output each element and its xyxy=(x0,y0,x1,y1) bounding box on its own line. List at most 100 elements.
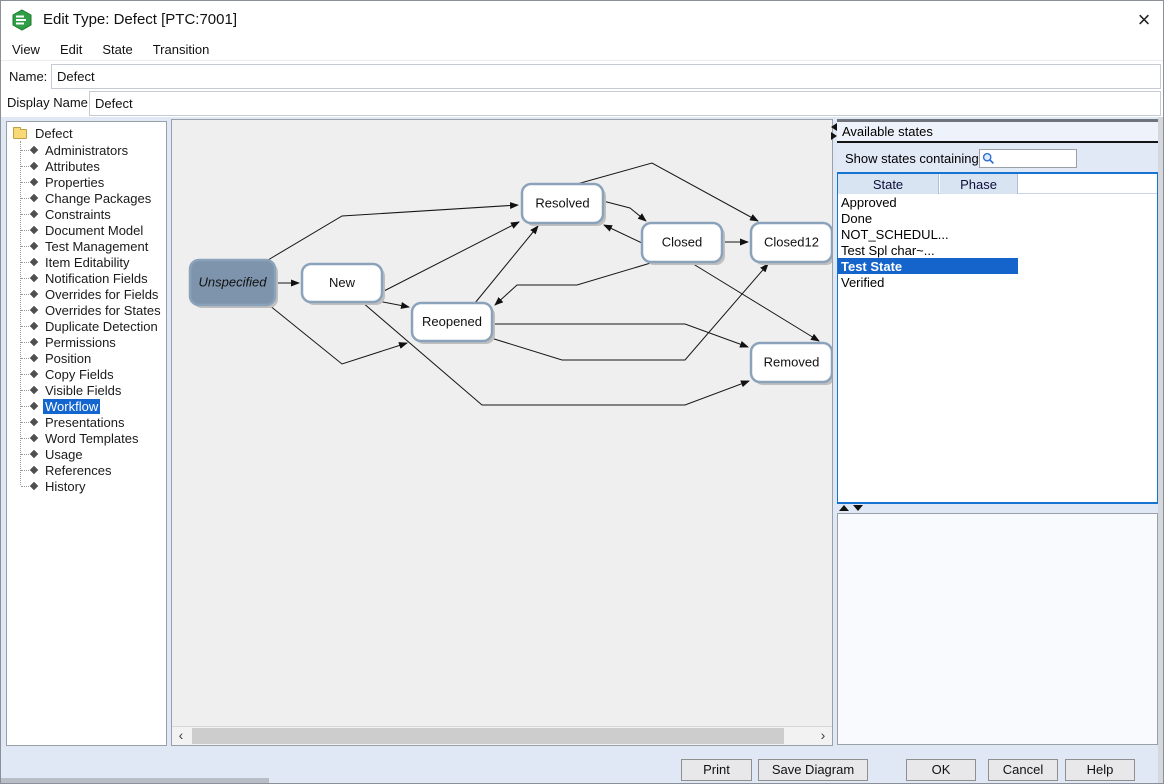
state-node-unspecified[interactable]: Unspecified xyxy=(190,260,278,308)
tree-item-document-model[interactable]: Document Model xyxy=(7,222,166,238)
tree-connector-stub xyxy=(21,326,29,327)
column-header-state[interactable]: State xyxy=(838,174,939,194)
transition-resolved-to-closed[interactable] xyxy=(603,201,646,221)
tree-item-copy-fields[interactable]: Copy Fields xyxy=(7,366,166,382)
tree-connector-stub xyxy=(21,246,29,247)
state-row-not-schedul-[interactable]: NOT_SCHEDUL... xyxy=(838,226,1157,242)
print-button[interactable]: Print xyxy=(681,759,752,781)
states-table-body: ApprovedDoneNOT_SCHEDUL...Test Spl char~… xyxy=(838,194,1157,290)
tree-node-icon xyxy=(30,434,38,442)
tree-item-overrides-for-states[interactable]: Overrides for States xyxy=(7,302,166,318)
tree-item-history[interactable]: History xyxy=(7,478,166,494)
tree-node-icon xyxy=(30,242,38,250)
state-row-verified[interactable]: Verified xyxy=(838,274,1157,290)
state-node-removed[interactable]: Removed xyxy=(751,343,832,385)
state-row-done[interactable]: Done xyxy=(838,210,1157,226)
display-name-label: Display Name: xyxy=(7,95,92,110)
tree-item-presentations[interactable]: Presentations xyxy=(7,414,166,430)
transition-closed-to-reopened[interactable] xyxy=(495,262,654,305)
tree-item-change-packages[interactable]: Change Packages xyxy=(7,190,166,206)
tree-item-label: Properties xyxy=(43,175,106,190)
transition-reopened-to-resolved[interactable] xyxy=(475,226,538,303)
tree-connector-stub xyxy=(21,150,29,151)
tree-root-defect[interactable]: Defect xyxy=(7,125,166,142)
menu-state[interactable]: State xyxy=(99,40,135,59)
type-properties-tree: Defect AdministratorsAttributesPropertie… xyxy=(7,122,166,494)
transition-unspecified-to-reopened[interactable] xyxy=(269,305,407,364)
tree-node-icon xyxy=(30,146,38,154)
tree-item-word-templates[interactable]: Word Templates xyxy=(7,430,166,446)
state-row-test-state[interactable]: Test State xyxy=(838,258,1018,274)
tree-item-references[interactable]: References xyxy=(7,462,166,478)
tree-item-permissions[interactable]: Permissions xyxy=(7,334,166,350)
menu-edit[interactable]: Edit xyxy=(57,40,85,59)
tree-root-label: Defect xyxy=(33,126,75,141)
tree-item-overrides-for-fields[interactable]: Overrides for Fields xyxy=(7,286,166,302)
svg-text:Reopened: Reopened xyxy=(422,314,482,329)
tree-connector-stub xyxy=(21,262,29,263)
tree-connector-stub xyxy=(21,358,29,359)
tree-node-icon xyxy=(30,370,38,378)
transition-reopened-to-closed12[interactable] xyxy=(491,264,768,360)
tree-node-icon xyxy=(30,402,38,410)
menu-view[interactable]: View xyxy=(9,40,43,59)
transition-new-to-resolved[interactable] xyxy=(382,222,519,292)
state-node-closed[interactable]: Closed xyxy=(642,223,725,265)
state-row-test-spl-char-[interactable]: Test Spl char~... xyxy=(838,242,1157,258)
svg-text:New: New xyxy=(329,275,356,290)
tree-connector-stub xyxy=(21,278,29,279)
tree-item-duplicate-detection[interactable]: Duplicate Detection xyxy=(7,318,166,334)
display-name-field[interactable] xyxy=(89,91,1161,116)
state-node-resolved[interactable]: Resolved xyxy=(522,184,606,226)
svg-text:Closed12: Closed12 xyxy=(764,235,819,250)
tree-item-position[interactable]: Position xyxy=(7,350,166,366)
transition-reopened-to-removed[interactable] xyxy=(492,324,748,347)
state-node-reopened[interactable]: Reopened xyxy=(412,303,495,344)
cancel-button[interactable]: Cancel xyxy=(988,759,1058,781)
available-states-panel: Available states Show states containing … xyxy=(837,119,1158,745)
state-row-approved[interactable]: Approved xyxy=(838,194,1157,210)
tree-node-icon xyxy=(30,210,38,218)
save-diagram-button[interactable]: Save Diagram xyxy=(758,759,868,781)
tree-item-workflow[interactable]: Workflow xyxy=(7,398,166,414)
tree-item-label: References xyxy=(43,463,113,478)
help-button[interactable]: Help xyxy=(1065,759,1135,781)
tree-item-administrators[interactable]: Administrators xyxy=(7,142,166,158)
transition-closed-to-resolved[interactable] xyxy=(604,225,642,243)
tree-node-icon xyxy=(30,322,38,330)
tree-connector-stub xyxy=(21,438,29,439)
scrollbar-thumb[interactable] xyxy=(192,728,784,744)
transition-unspecified-to-resolved[interactable] xyxy=(268,205,518,260)
transition-closed-to-removed[interactable] xyxy=(690,262,819,341)
tree-item-properties[interactable]: Properties xyxy=(7,174,166,190)
window-title: Edit Type: Defect [PTC:7001] xyxy=(43,11,237,28)
tree-item-usage[interactable]: Usage xyxy=(7,446,166,462)
states-filter-input[interactable] xyxy=(995,151,1073,166)
tree-item-item-editability[interactable]: Item Editability xyxy=(7,254,166,270)
state-node-new[interactable]: New xyxy=(302,264,385,305)
column-header-phase[interactable]: Phase xyxy=(940,174,1018,194)
tree-item-constraints[interactable]: Constraints xyxy=(7,206,166,222)
tree-item-label: Constraints xyxy=(43,207,113,222)
diagram-horizontal-scrollbar: ‹ › xyxy=(172,726,832,745)
tree-connector-stub xyxy=(21,374,29,375)
menu-transition[interactable]: Transition xyxy=(150,40,213,59)
tree-item-label: Permissions xyxy=(43,335,118,350)
name-field[interactable] xyxy=(51,64,1161,89)
svg-text:Resolved: Resolved xyxy=(535,196,589,211)
scroll-left-icon[interactable]: ‹ xyxy=(172,727,190,745)
tree-item-test-management[interactable]: Test Management xyxy=(7,238,166,254)
tree-item-attributes[interactable]: Attributes xyxy=(7,158,166,174)
tree-item-label: Test Management xyxy=(43,239,150,254)
tree-connector-stub xyxy=(21,470,29,471)
tree-item-notification-fields[interactable]: Notification Fields xyxy=(7,270,166,286)
tree-node-icon xyxy=(30,482,38,490)
ok-button[interactable]: OK xyxy=(906,759,976,781)
states-filter-label: Show states containing xyxy=(845,151,979,166)
workflow-diagram: Unspecified New Reopened Resolved Closed Clos… xyxy=(172,120,832,726)
state-node-closed12[interactable]: Closed12 xyxy=(751,223,832,265)
scroll-right-icon[interactable]: › xyxy=(814,727,832,745)
tree-item-label: Word Templates xyxy=(43,431,140,446)
close-icon[interactable]: × xyxy=(1131,7,1157,33)
tree-item-visible-fields[interactable]: Visible Fields xyxy=(7,382,166,398)
